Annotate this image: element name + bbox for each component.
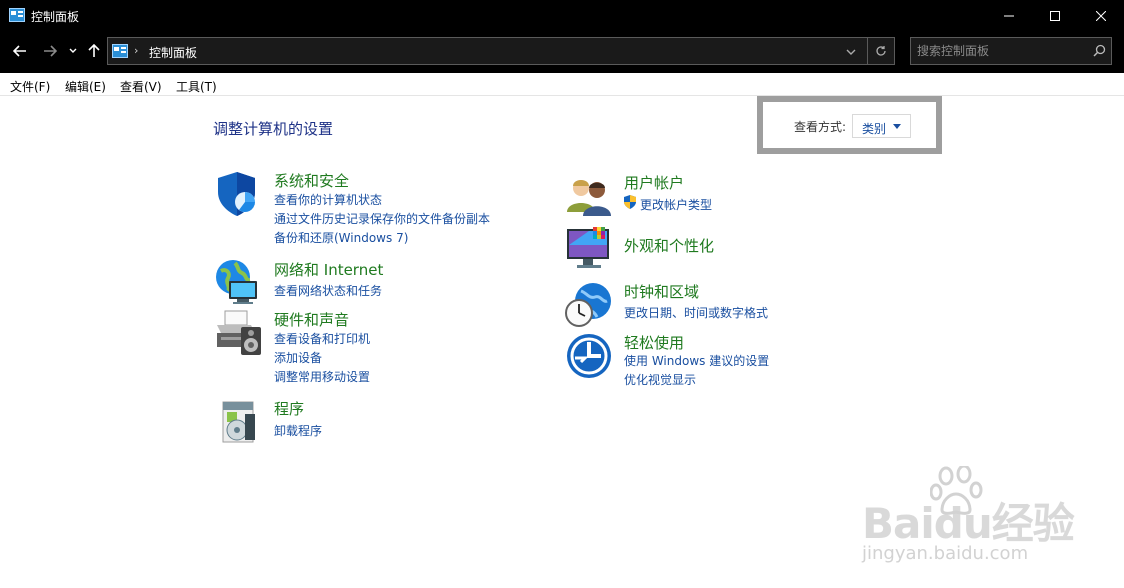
- breadcrumb[interactable]: 控制面板: [149, 44, 197, 61]
- programs-icon[interactable]: [215, 398, 263, 446]
- uac-shield-icon: [624, 195, 636, 209]
- ease-of-access-icon[interactable]: [565, 332, 613, 380]
- category-title[interactable]: 外观和个性化: [624, 235, 714, 256]
- link-backup-restore[interactable]: 备份和还原(Windows 7): [274, 229, 408, 246]
- maximize-icon: [1050, 10, 1060, 21]
- link-windows-recommended[interactable]: 使用 Windows 建议的设置: [624, 352, 769, 369]
- control-panel-icon: [112, 44, 128, 58]
- clock-globe-icon[interactable]: [565, 281, 613, 329]
- control-panel-icon: [9, 8, 25, 22]
- arrow-up-icon: [88, 44, 100, 57]
- link-mobility-settings[interactable]: 调整常用移动设置: [274, 368, 370, 385]
- users-icon[interactable]: [565, 172, 613, 220]
- category-title[interactable]: 硬件和声音: [274, 309, 349, 330]
- back-button[interactable]: [10, 40, 30, 62]
- address-bar[interactable]: › 控制面板: [107, 37, 868, 65]
- close-button[interactable]: [1078, 0, 1124, 31]
- watermark-url: jingyan.baidu.com: [862, 543, 1029, 564]
- view-by-label: 查看方式:: [794, 120, 847, 134]
- address-dropdown-button[interactable]: [846, 45, 856, 59]
- refresh-button[interactable]: [868, 37, 895, 65]
- arrow-left-icon: [13, 45, 26, 57]
- link-network-status[interactable]: 查看网络状态和任务: [274, 282, 382, 299]
- search-icon[interactable]: [1093, 44, 1106, 57]
- caret-down-icon: [893, 124, 901, 129]
- page-title: 调整计算机的设置: [213, 120, 334, 138]
- chevron-down-icon: [846, 49, 856, 55]
- menu-edit[interactable]: 编辑(E): [65, 78, 106, 95]
- menu-tools[interactable]: 工具(T): [176, 78, 217, 95]
- menu-file[interactable]: 文件(F): [10, 78, 50, 95]
- link-change-date-time-format[interactable]: 更改日期、时间或数字格式: [624, 304, 768, 321]
- link-file-history[interactable]: 通过文件历史记录保存你的文件备份副本: [274, 210, 490, 227]
- forward-button[interactable]: [40, 40, 60, 62]
- category-title[interactable]: 用户帐户: [624, 172, 684, 193]
- monitor-icon[interactable]: [565, 225, 613, 273]
- link-change-account-type[interactable]: 更改帐户类型: [640, 196, 712, 213]
- search-input[interactable]: [917, 43, 1087, 59]
- view-by-value: 类别: [862, 122, 887, 136]
- link-uninstall-program[interactable]: 卸载程序: [274, 422, 322, 439]
- link-devices-printers[interactable]: 查看设备和打印机: [274, 330, 370, 347]
- watermark-logo: Baidu经验: [862, 499, 1075, 548]
- menu-view[interactable]: 查看(V): [120, 78, 162, 95]
- minimize-button[interactable]: [986, 0, 1032, 31]
- shield-icon[interactable]: [215, 170, 263, 218]
- minimize-icon: [1004, 15, 1014, 16]
- close-icon: [1096, 10, 1106, 21]
- search-box[interactable]: [910, 37, 1112, 65]
- highlight-frame: [757, 96, 942, 154]
- refresh-icon: [876, 46, 886, 56]
- category-title[interactable]: 程序: [274, 398, 304, 419]
- link-add-device[interactable]: 添加设备: [274, 349, 322, 366]
- category-title[interactable]: 轻松使用: [624, 332, 684, 353]
- arrow-right-icon: [44, 45, 57, 57]
- window-title: 控制面板: [31, 10, 80, 24]
- menu-bar: 文件(F) 编辑(E) 查看(V) 工具(T): [0, 73, 1124, 96]
- breadcrumb-separator-icon: ›: [134, 44, 139, 57]
- category-title[interactable]: 网络和 Internet: [274, 259, 383, 280]
- link-view-computer-status[interactable]: 查看你的计算机状态: [274, 191, 382, 208]
- category-title[interactable]: 时钟和区域: [624, 281, 699, 302]
- link-optimize-display[interactable]: 优化视觉显示: [624, 371, 696, 388]
- network-icon[interactable]: [215, 259, 263, 307]
- up-button[interactable]: [85, 40, 103, 62]
- printer-icon[interactable]: [215, 309, 263, 357]
- title-bar: 控制面板: [0, 0, 1124, 31]
- chevron-down-icon: [69, 48, 77, 53]
- maximize-button[interactable]: [1032, 0, 1078, 31]
- category-title[interactable]: 系统和安全: [274, 170, 349, 191]
- view-by-dropdown[interactable]: 类别: [852, 114, 911, 138]
- recent-locations-button[interactable]: [66, 40, 80, 62]
